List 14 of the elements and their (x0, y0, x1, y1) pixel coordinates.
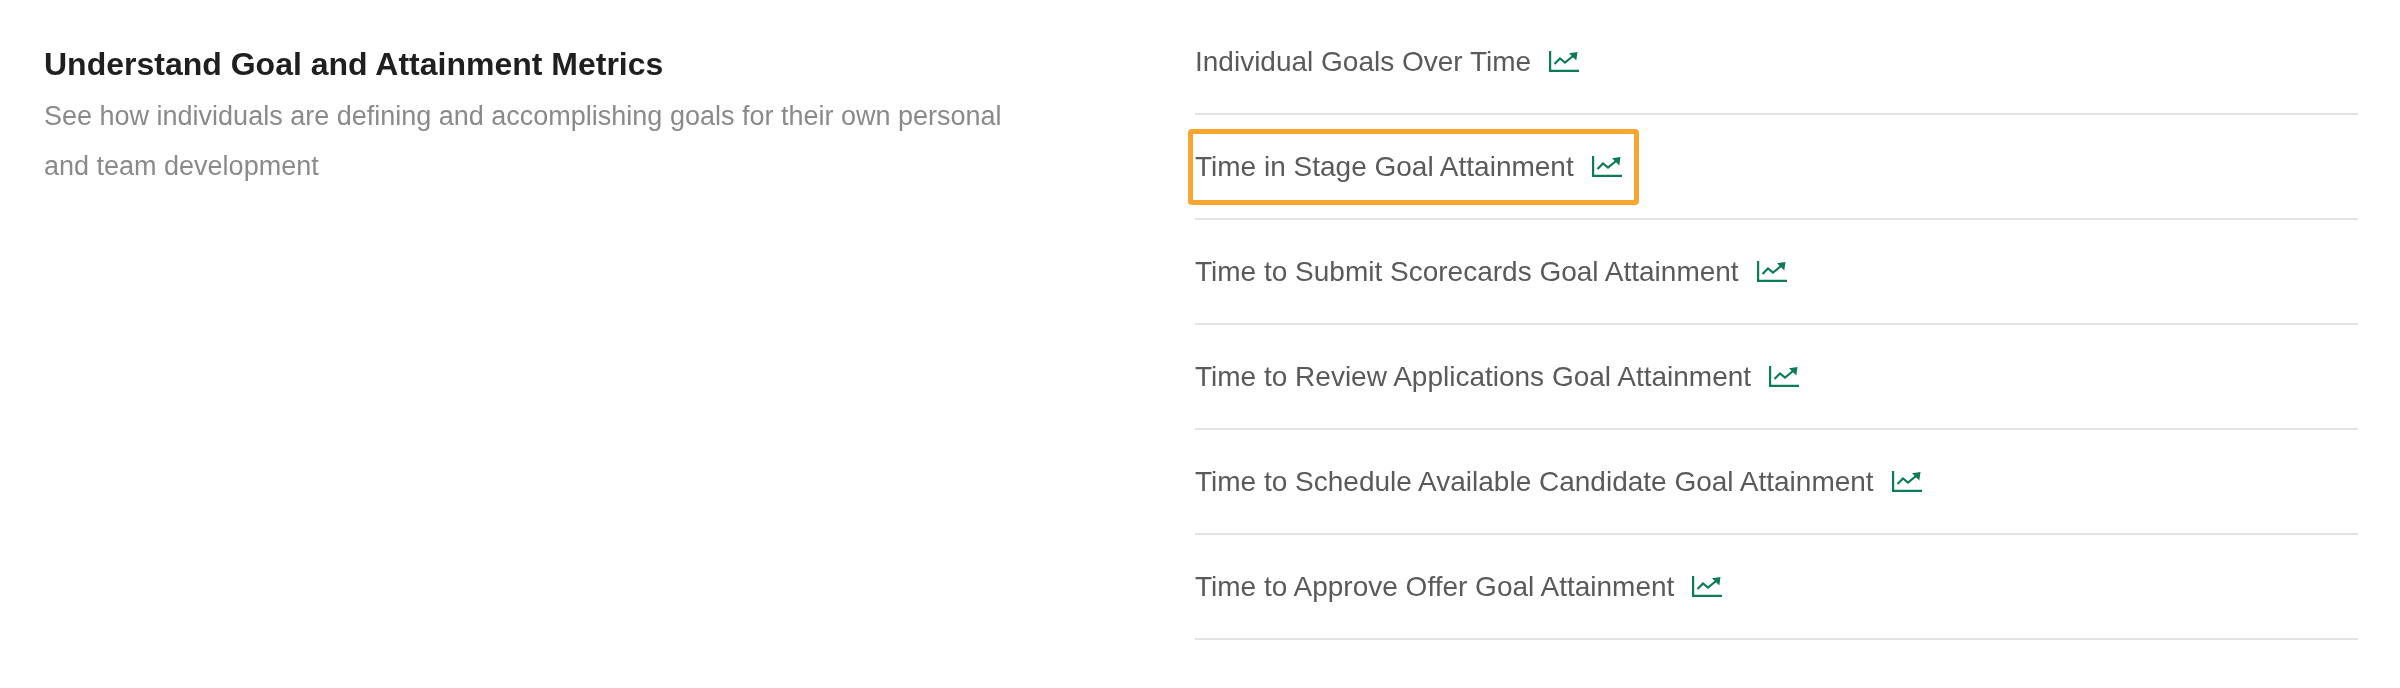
line-chart-icon (1549, 51, 1580, 72)
report-link[interactable]: Time in Stage Goal Attainment (1188, 128, 1639, 205)
section-description: See how individuals are defining and accomplishing goals for their own personal and team development (44, 100, 1003, 183)
line-chart-icon (1692, 576, 1723, 597)
line-chart-icon (1591, 156, 1622, 177)
report-link[interactable]: Time to Approve Offer Goal Attainment (1188, 548, 1740, 625)
report-link[interactable]: Individual Goals Over Time (1188, 23, 1597, 100)
line-chart-icon (1891, 471, 1922, 492)
section-title: Understand Goal and Attainment Metrics (44, 45, 664, 83)
report-link[interactable]: Time to Schedule Available Candidate Goal Attainment (1188, 443, 1939, 520)
line-chart-icon (1756, 261, 1787, 282)
report-link[interactable]: Time to Review Applications Goal Attainment (1188, 338, 1817, 415)
report-link[interactable]: Time to Submit Scorecards Goal Attainment (1188, 233, 1804, 310)
line-chart-icon (1769, 366, 1800, 387)
